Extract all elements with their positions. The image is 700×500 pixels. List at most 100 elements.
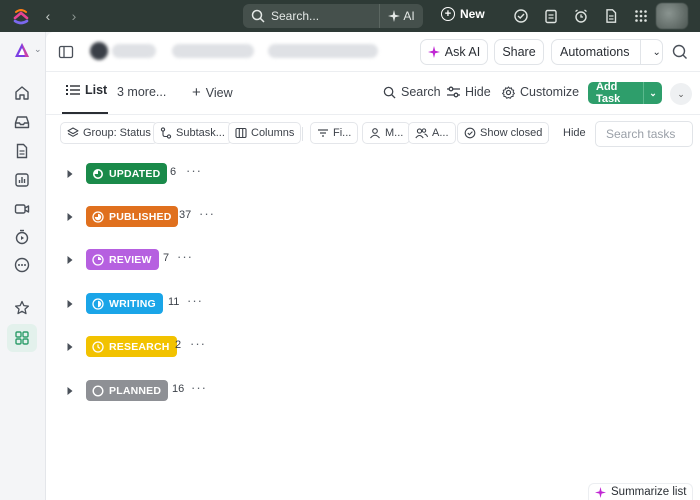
assignees-chip[interactable]: A... [408,122,456,144]
search-tasks-input[interactable] [595,121,693,147]
assignees-label: A... [432,127,449,139]
inbox-icon[interactable] [13,113,31,131]
automations-chevron-down-icon[interactable]: ⌄ [652,47,660,58]
status-group-planned[interactable]: PLANNED 16 ··· [46,379,700,403]
status-badge[interactable]: RESEARCH [86,336,177,357]
global-search[interactable]: Search... AI [243,4,423,28]
forward-arrow-icon[interactable]: › [64,6,84,26]
alarm-clock-icon[interactable] [573,8,589,24]
sliders-icon [447,86,460,98]
user-avatar[interactable] [656,3,688,29]
filter-icon [318,129,328,137]
columns-chip[interactable]: Columns [228,122,302,144]
status-badge[interactable]: REVIEW [86,249,159,270]
main-panel: Ask AI Share Automations ⌄ List 3 more..… [46,32,700,500]
add-view-button[interactable]: + View [192,85,233,100]
workspace-logo-icon[interactable] [14,42,30,58]
status-badge[interactable]: WRITING [86,293,163,314]
collapse-chevron-icon[interactable]: ⌄ [670,83,692,105]
status-group-writing[interactable]: WRITING 11 ··· [46,292,700,316]
tab-list-label: List [85,83,108,97]
new-button[interactable]: + New [441,7,485,21]
task-count: 16 [172,383,185,395]
columns-label: Columns [251,127,295,139]
status-badge[interactable]: PUBLISHED [86,206,179,227]
customize-label: Customize [520,85,580,99]
more-options-icon[interactable]: ··· [191,380,207,395]
show-closed-chip[interactable]: Show closed [457,122,550,144]
timesheets-icon[interactable] [13,228,31,246]
docs-icon[interactable] [13,142,31,160]
ask-ai-button[interactable]: Ask AI [420,39,488,65]
search-icon [383,86,396,99]
check-circle-icon[interactable] [513,8,529,24]
more-options-icon[interactable]: ··· [187,293,203,308]
status-badge[interactable]: PLANNED [86,380,169,401]
expand-caret-icon[interactable] [66,299,74,309]
clickup-logo-icon[interactable] [12,7,30,25]
group-by-status-chip[interactable]: Group: Status [60,122,158,144]
updated-status-icon [93,168,103,179]
more-options-icon[interactable]: ··· [199,206,215,221]
filter-hide-button[interactable]: Hide [556,122,593,144]
breadcrumb-list[interactable] [268,44,378,58]
filter-chip[interactable]: Fi... [310,122,359,144]
summarize-list-button[interactable]: Summarize list [588,483,694,500]
status-label: RESEARCH [109,340,170,353]
expand-caret-icon[interactable] [66,342,74,352]
me-mode-chip[interactable]: M... [362,122,411,144]
sparkle-icon [427,46,440,58]
video-clips-icon[interactable] [13,200,31,218]
more-options-icon[interactable]: ··· [177,249,193,264]
sidebar-toggle-icon[interactable] [58,44,74,60]
expand-caret-icon[interactable] [66,386,74,396]
filter-label: Fi... [333,127,352,139]
back-arrow-icon[interactable]: ‹ [38,6,58,26]
status-label: WRITING [109,297,156,310]
status-label: PLANNED [109,384,162,397]
favorites-star-icon[interactable] [13,299,31,317]
subtasks-chip[interactable]: Subtask... [153,122,232,144]
task-count: 11 [168,296,180,308]
home-icon[interactable] [13,84,31,102]
add-task-button[interactable]: Add Task ⌄ [588,81,662,105]
planned-status-icon [92,384,104,397]
status-group-published[interactable]: PUBLISHED 37 ··· [46,205,700,229]
add-view-label: View [205,85,233,100]
breadcrumb-folder[interactable] [172,44,254,58]
status-badge[interactable]: UPDATED [86,163,168,184]
workspace-chevron-down-icon[interactable]: ⌄ [34,44,42,55]
view-search-button[interactable]: Search [383,85,441,99]
breadcrumb-space[interactable] [112,44,156,58]
share-button[interactable]: Share [494,39,544,65]
clipboard-icon[interactable] [543,8,559,24]
list-view-icon [66,85,80,95]
document-icon[interactable] [603,8,619,24]
more-views-tab[interactable]: 3 more... [117,85,166,99]
tab-list[interactable]: List [66,83,107,97]
top-bar: ‹ › Search... AI + New [0,0,700,32]
apps-grid-icon[interactable] [633,8,649,24]
view-hide-button[interactable]: Hide [447,85,491,99]
dashboards-icon[interactable] [13,171,31,189]
ai-button[interactable]: AI [379,4,423,28]
customize-button[interactable]: Customize [502,85,579,99]
add-task-chevron-down-icon[interactable]: ⌄ [644,88,662,99]
expand-caret-icon[interactable] [66,212,74,222]
status-group-updated[interactable]: UPDATED 6 ··· [46,162,700,186]
more-options-icon[interactable]: ··· [186,163,202,178]
automations-button[interactable]: Automations ⌄ [551,39,663,65]
writing-status-icon [92,297,104,310]
task-count: 6 [170,166,177,178]
spaces-grid-icon[interactable] [13,329,31,347]
expand-caret-icon[interactable] [66,255,74,265]
status-group-review[interactable]: REVIEW 7 ··· [46,248,700,272]
plus-circle-icon: + [441,7,455,21]
users-icon [415,128,428,139]
breadcrumb-avatar[interactable] [90,42,108,60]
help-icon[interactable] [672,44,688,60]
more-options-icon[interactable]: ··· [190,336,206,351]
status-group-research[interactable]: RESEARCH 2 ··· [46,335,700,359]
expand-caret-icon[interactable] [66,169,74,179]
more-circle-icon[interactable] [13,256,31,274]
